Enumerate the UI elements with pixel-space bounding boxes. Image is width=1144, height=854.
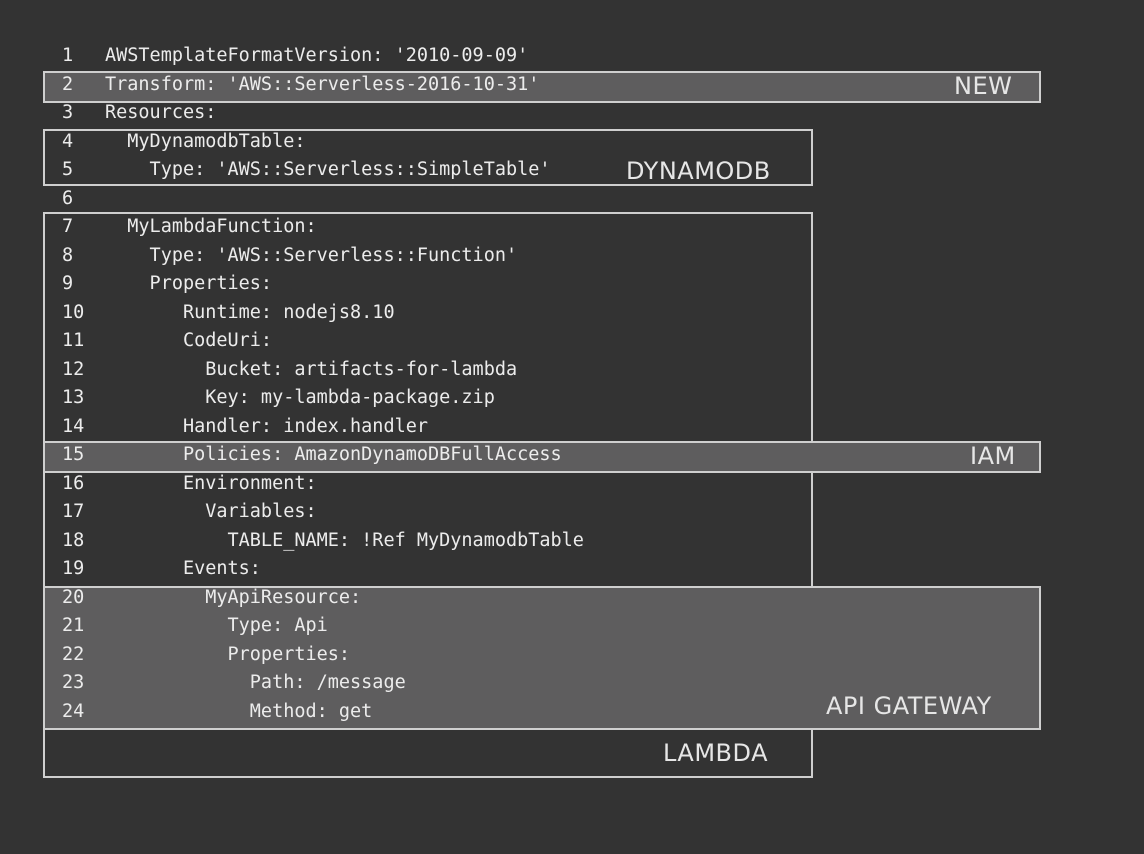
line-code-text: Path: /message <box>105 672 406 693</box>
line-number: 15 <box>62 444 85 465</box>
code-line: 7 MyLambdaFunction: <box>0 213 800 241</box>
line-number: 4 <box>62 130 74 152</box>
line-number: 14 <box>62 415 85 437</box>
line-code-text: Properties: <box>105 643 351 665</box>
line-code-text: CodeUri: <box>105 330 273 351</box>
line-number: 2 <box>62 73 74 95</box>
code-line: 3 Resources: <box>0 99 800 127</box>
line-number: 22 <box>62 643 85 665</box>
line-number: 17 <box>62 501 85 522</box>
line-number: 8 <box>62 244 74 266</box>
code-line: 17 Variables: <box>0 498 800 526</box>
line-code-text: AWSTemplateFormatVersion: '2010-09-09' <box>105 45 529 66</box>
line-code-text: MyLambdaFunction: <box>105 216 317 237</box>
line-number: 18 <box>62 529 85 551</box>
line-number: 3 <box>62 102 74 123</box>
code-line: 8 Type: 'AWS::Serverless::Function' <box>0 242 800 270</box>
line-code-text: Variables: <box>105 501 317 522</box>
code-line: 24 Method: get <box>0 698 800 726</box>
code-line: 9 Properties: <box>0 270 800 298</box>
code-line: 11 CodeUri: <box>0 327 800 355</box>
code-line: 2 Transform: 'AWS::Serverless-2016-10-31' <box>0 71 800 99</box>
code-line: 15 Policies: AmazonDynamoDBFullAccess <box>0 441 800 469</box>
code-line: 6 <box>0 185 800 213</box>
line-number: 12 <box>62 358 85 380</box>
line-code-text: Type: 'AWS::Serverless::Function' <box>105 244 518 266</box>
line-number: 21 <box>62 615 85 636</box>
dynamodb-label: DYNAMODB <box>626 157 771 185</box>
code-line: 12 Bucket: artifacts-for-lambda <box>0 356 800 384</box>
code-line: 23 Path: /message <box>0 669 800 697</box>
line-code-text: Handler: index.handler <box>105 415 429 437</box>
code-line: 18 TABLE_NAME: !Ref MyDynamodbTable <box>0 527 800 555</box>
code-line: 21 Type: Api <box>0 612 800 640</box>
line-code-text: MyApiResource: <box>105 586 362 608</box>
code-line: 19 Events: <box>0 555 800 583</box>
line-code-text: Events: <box>105 558 261 579</box>
code-line: 10 Runtime: nodejs8.10 <box>0 299 800 327</box>
line-number: 10 <box>62 301 85 323</box>
line-number: 6 <box>62 187 74 209</box>
code-line: 16 Environment: <box>0 470 800 498</box>
line-number: 1 <box>62 45 74 66</box>
code-line: 14 Handler: index.handler <box>0 413 800 441</box>
line-code-text: Resources: <box>105 102 217 123</box>
code-line: 20 MyApiResource: <box>0 584 800 612</box>
code-line: 4 MyDynamodbTable: <box>0 128 800 156</box>
line-number: 23 <box>62 672 85 693</box>
api-gateway-label: API GATEWAY <box>826 692 992 720</box>
code-line: 22 Properties: <box>0 641 800 669</box>
line-code-text: Type: 'AWS::Serverless::SimpleTable' <box>105 159 551 180</box>
line-number: 11 <box>62 330 85 351</box>
line-number: 13 <box>62 387 85 408</box>
line-number: 7 <box>62 216 74 237</box>
template-diagram: 1 AWSTemplateFormatVersion: '2010-09-09' 2… <box>0 0 1144 854</box>
line-number: 24 <box>62 700 85 722</box>
line-code-text: Key: my-lambda-package.zip <box>105 387 495 408</box>
line-number: 16 <box>62 472 85 494</box>
line-code-text: Method: get <box>105 700 373 722</box>
line-number: 9 <box>62 273 74 294</box>
line-code-text: MyDynamodbTable: <box>105 130 306 152</box>
code-line: 13 Key: my-lambda-package.zip <box>0 384 800 412</box>
line-code-text: Policies: AmazonDynamoDBFullAccess <box>105 444 562 465</box>
iam-label: IAM <box>970 442 1016 470</box>
line-number: 20 <box>62 586 85 608</box>
lambda-label: LAMBDA <box>663 739 768 767</box>
line-code-text: Properties: <box>105 273 273 294</box>
new-label: NEW <box>954 72 1013 100</box>
line-code-text: Type: Api <box>105 615 328 636</box>
line-number: 19 <box>62 558 85 579</box>
code-line: 1 AWSTemplateFormatVersion: '2010-09-09' <box>0 42 800 70</box>
line-code-text: Transform: 'AWS::Serverless-2016-10-31' <box>105 73 540 95</box>
line-code-text: Environment: <box>105 472 317 494</box>
line-code-text: Bucket: artifacts-for-lambda <box>105 358 518 380</box>
line-code-text: TABLE_NAME: !Ref MyDynamodbTable <box>105 529 584 551</box>
line-code-text: Runtime: nodejs8.10 <box>105 301 395 323</box>
line-number: 5 <box>62 159 74 180</box>
